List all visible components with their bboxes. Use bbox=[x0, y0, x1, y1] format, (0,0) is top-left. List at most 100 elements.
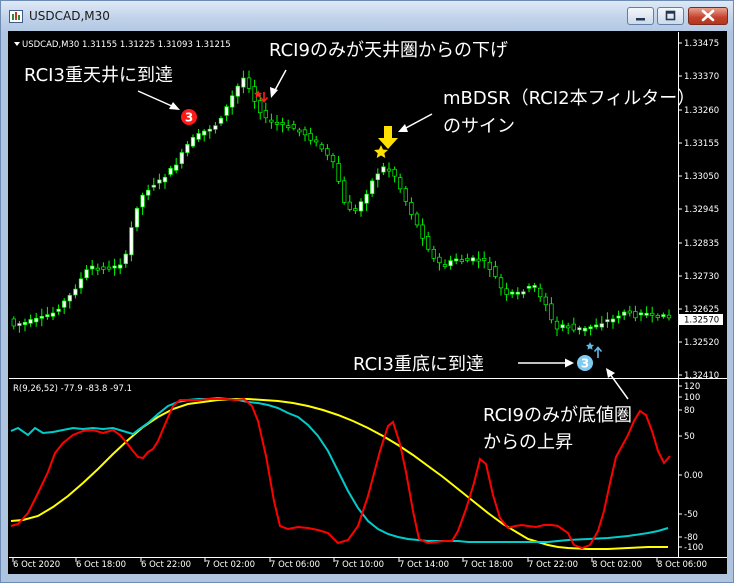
candle-body bbox=[370, 180, 375, 194]
candle-body bbox=[482, 258, 487, 261]
candle-body bbox=[515, 291, 520, 295]
close-icon bbox=[701, 9, 715, 22]
time-label: 7 Oct 06:00 bbox=[270, 560, 320, 570]
candle-body bbox=[364, 193, 369, 204]
candle-body bbox=[526, 285, 532, 289]
price-label: 1.32520 bbox=[684, 338, 719, 348]
title-bar[interactable]: USDCAD,M30 bbox=[1, 1, 733, 31]
candle-body bbox=[224, 106, 229, 116]
candle-body bbox=[633, 311, 638, 319]
candle-body bbox=[134, 208, 140, 228]
candle-body bbox=[112, 265, 117, 269]
time-label: 6 Oct 22:00 bbox=[141, 560, 191, 570]
time-label: 7 Oct 18:00 bbox=[463, 560, 513, 570]
candle-body bbox=[179, 152, 184, 164]
candle-body bbox=[11, 318, 16, 327]
candle-body bbox=[258, 100, 263, 114]
candle-body bbox=[174, 164, 179, 171]
indicator-info: R(9,26,52) -77.9 -83.8 -97.1 bbox=[13, 384, 132, 394]
candle-body bbox=[342, 180, 347, 203]
candle-body bbox=[157, 179, 162, 184]
price-label: 1.32945 bbox=[684, 205, 719, 215]
price-label: 1.33475 bbox=[684, 39, 719, 49]
candle-body bbox=[610, 318, 616, 323]
candle-body bbox=[353, 208, 358, 211]
time-label: 6 Oct 2020 bbox=[13, 560, 60, 570]
candle-body bbox=[269, 119, 274, 123]
minimize-button[interactable] bbox=[627, 7, 654, 25]
candle-body bbox=[90, 265, 95, 270]
candle-body bbox=[560, 324, 565, 329]
candle-body bbox=[146, 189, 151, 196]
chart-window: USDCAD,M30 USDCAD,M30 1.31155 1.31225 1.… bbox=[0, 0, 734, 583]
candle-body bbox=[459, 259, 464, 262]
candle-body bbox=[78, 278, 84, 289]
candle-body bbox=[666, 314, 672, 319]
candle-body bbox=[28, 319, 33, 324]
window-title: USDCAD,M30 bbox=[29, 9, 110, 23]
candle-body bbox=[50, 312, 56, 317]
candle-body bbox=[286, 125, 291, 129]
time-label: 6 Oct 18:00 bbox=[76, 560, 126, 570]
candle-body bbox=[655, 315, 660, 318]
indicator-scale-label: 120 bbox=[684, 382, 700, 392]
rci9-bottom-label-line2: からの上昇 bbox=[483, 432, 573, 453]
symbol-info: USDCAD,M30 1.31155 1.31225 1.31093 1.312… bbox=[22, 40, 231, 50]
time-label: 7 Oct 10:00 bbox=[334, 560, 384, 570]
candle-body bbox=[185, 144, 190, 153]
candle-body bbox=[638, 312, 644, 316]
candle-body bbox=[465, 258, 470, 261]
time-label: 7 Oct 02:00 bbox=[205, 560, 255, 570]
candle-body bbox=[207, 128, 212, 132]
candle-body bbox=[297, 129, 302, 133]
price-label: 1.32625 bbox=[684, 305, 719, 315]
candle-body bbox=[504, 288, 509, 295]
candle-body bbox=[409, 202, 414, 215]
candle-body bbox=[521, 291, 526, 295]
candle-body bbox=[543, 296, 548, 306]
candle-body bbox=[476, 258, 481, 262]
indicator-scale-label: 0.00 bbox=[684, 471, 703, 481]
candle-body bbox=[218, 117, 224, 124]
indicator-scale-label: -80 bbox=[684, 533, 698, 543]
candle-body bbox=[431, 249, 436, 259]
candle-body bbox=[291, 124, 296, 129]
candle-body bbox=[420, 224, 425, 239]
indicator-scale-label: 100 bbox=[684, 393, 700, 403]
candle-body bbox=[140, 194, 145, 208]
candle-body bbox=[661, 314, 666, 317]
candle-body bbox=[280, 122, 285, 125]
candle-body bbox=[437, 256, 442, 264]
candle-body bbox=[246, 77, 252, 89]
candle-body bbox=[123, 253, 128, 265]
candle-body bbox=[106, 266, 112, 270]
rci3-top-label: RCI3重天井に到達 bbox=[24, 65, 173, 86]
close-button[interactable] bbox=[688, 7, 728, 25]
candle-body bbox=[448, 260, 453, 267]
chart-area[interactable]: USDCAD,M30 1.31155 1.31225 1.31093 1.312… bbox=[8, 31, 727, 574]
candle-body bbox=[314, 139, 319, 143]
price-label: 1.32410 bbox=[684, 371, 719, 381]
candle-body bbox=[403, 188, 408, 202]
candle-body bbox=[644, 312, 649, 316]
candle-body bbox=[470, 257, 476, 262]
candle-body bbox=[487, 261, 492, 270]
maximize-icon bbox=[665, 10, 676, 21]
current-price-label: 1.32570 bbox=[684, 316, 719, 326]
candle-body bbox=[213, 125, 218, 130]
candle-body bbox=[95, 267, 100, 271]
candle-body bbox=[274, 121, 280, 125]
candle-body bbox=[151, 184, 156, 188]
price-label: 1.33155 bbox=[684, 139, 719, 149]
rci9-bottom-label-line1: RCI9のみが底値圏 bbox=[483, 405, 632, 426]
maximize-button[interactable] bbox=[657, 7, 684, 25]
indicator-scale-label: 80 bbox=[684, 406, 695, 416]
candle-body bbox=[381, 166, 386, 173]
candle-body bbox=[358, 201, 364, 212]
candle-body bbox=[45, 314, 50, 317]
candle-body bbox=[605, 319, 610, 323]
candle-body bbox=[442, 264, 448, 267]
candle-body bbox=[241, 77, 246, 88]
candle-body bbox=[325, 148, 330, 156]
candle-body bbox=[235, 85, 240, 97]
